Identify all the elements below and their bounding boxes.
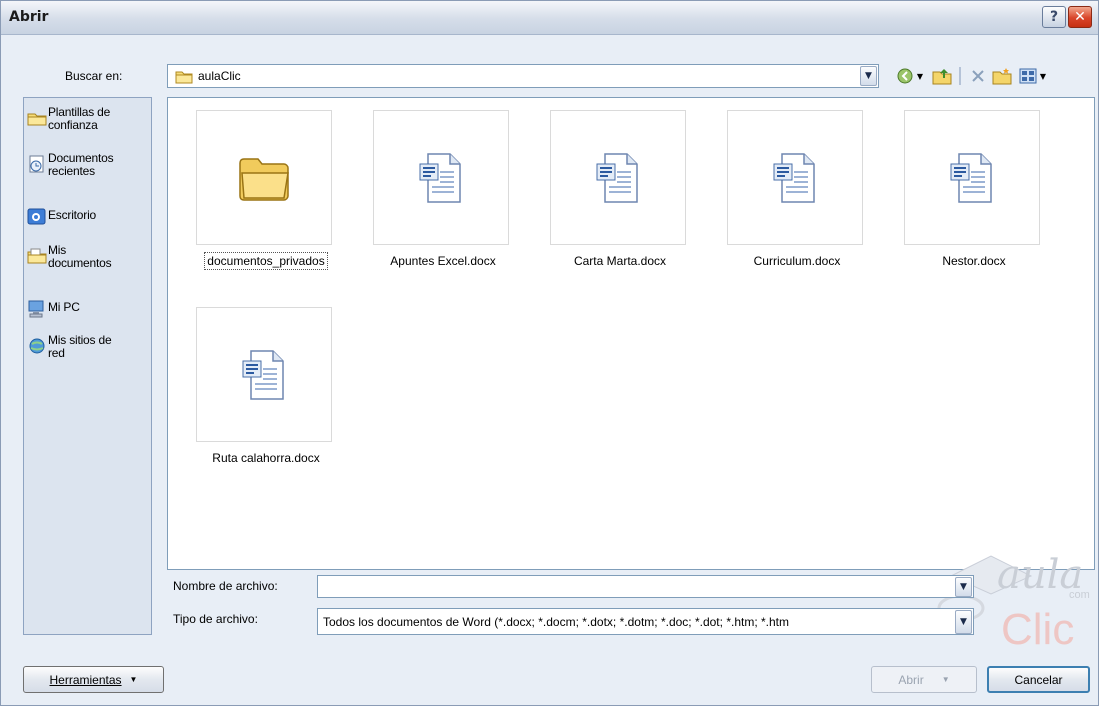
place-label: Mi PC (48, 300, 80, 314)
open-label: Abrir (898, 672, 924, 687)
svg-text:Clic: Clic (1001, 605, 1074, 651)
cancel-button[interactable]: Cancelar (987, 666, 1090, 693)
look-in-dropdown-arrow[interactable]: ▼ (860, 66, 877, 86)
places-bar: Plantillas de confianza Documentos recie… (23, 97, 152, 635)
recent-documents-icon (29, 155, 44, 173)
filetype-combobox[interactable]: Todos los documentos de Word (*.docx; *.… (317, 608, 974, 635)
file-list[interactable]: documentos_privados Apuntes Excel.docx C… (167, 97, 1095, 570)
word-document-icon (419, 152, 461, 203)
item-thumbnail (550, 110, 686, 245)
my-documents-icon (27, 248, 47, 264)
close-icon: ✕ (1074, 9, 1086, 25)
views-dropdown[interactable]: ▼ (1037, 66, 1049, 86)
place-recent-documents[interactable]: Documentos recientes (27, 152, 151, 178)
dialog-title: Abrir (9, 9, 49, 25)
open-button[interactable]: Abrir ▼ (871, 666, 977, 693)
item-name: Ruta calahorra.docx (212, 451, 320, 465)
word-document-icon (242, 349, 284, 400)
item-name: documentos_privados (186, 252, 346, 270)
place-label: Escritorio (48, 208, 97, 222)
filename-combobox[interactable]: ▼ (317, 575, 974, 598)
up-folder-icon (932, 69, 952, 85)
back-button[interactable] (894, 66, 916, 86)
item-name: Carta Marta.docx (573, 254, 667, 268)
chevron-down-icon: ▼ (941, 675, 950, 684)
aulaclic-watermark: aula com Clic (931, 546, 1099, 654)
filetype-value: Todos los documentos de Word (*.docx; *.… (323, 615, 789, 629)
chevron-down-icon: ▼ (129, 675, 138, 684)
svg-text:com: com (1069, 589, 1090, 601)
cancel-label: Cancelar (1014, 672, 1063, 687)
folder-icon (27, 113, 47, 126)
desktop-icon (27, 208, 46, 225)
chevron-down-icon: ▼ (865, 71, 872, 81)
word-document-icon (950, 152, 992, 203)
filename-dropdown-arrow[interactable]: ▼ (955, 577, 972, 597)
network-icon (29, 338, 45, 354)
help-button[interactable]: ? (1042, 6, 1066, 28)
chevron-down-icon: ▼ (1039, 71, 1047, 81)
filetype-dropdown-arrow[interactable]: ▼ (955, 610, 972, 634)
tools-button[interactable]: Herramientas ▼ (23, 666, 164, 693)
item-name: Apuntes Excel.docx (390, 254, 496, 268)
item-name: Curriculum.docx (753, 254, 841, 268)
toolbar-separator (959, 67, 961, 85)
back-dropdown[interactable]: ▼ (914, 66, 926, 86)
aulaclic-logo: aula com Clic (937, 552, 1090, 654)
delete-button[interactable] (967, 66, 989, 86)
filename-label: Nombre de archivo: (173, 579, 278, 593)
folder-icon (175, 71, 193, 84)
place-label: Mis documentos (48, 243, 112, 270)
item-thumbnail (904, 110, 1040, 245)
help-icon: ? (1049, 9, 1059, 25)
chevron-down-icon: ▼ (916, 71, 924, 81)
look-in-value: aulaClic (198, 69, 241, 83)
item-thumbnail (196, 307, 332, 442)
views-button[interactable] (1017, 66, 1039, 86)
back-icon (897, 68, 913, 84)
item-thumbnail (196, 110, 332, 245)
place-label: Plantillas de confianza (48, 105, 111, 132)
place-desktop[interactable]: Escritorio (27, 205, 151, 227)
views-icon (1019, 68, 1037, 84)
place-label: Documentos recientes (48, 151, 114, 178)
place-label: Mis sitios de red (48, 333, 112, 360)
place-network[interactable]: Mis sitios de red (27, 334, 151, 360)
item-name: Nestor.docx (942, 254, 1006, 268)
place-my-documents[interactable]: Mis documentos (27, 244, 151, 270)
up-folder-button[interactable] (931, 66, 953, 86)
folder-icon (239, 157, 289, 201)
item-thumbnail (373, 110, 509, 245)
chevron-down-icon: ▼ (960, 582, 967, 592)
tools-label: Herramientas (49, 672, 122, 687)
word-document-icon (596, 152, 638, 203)
place-my-pc[interactable]: Mi PC (27, 297, 151, 319)
computer-icon (28, 300, 44, 318)
close-button[interactable]: ✕ (1068, 6, 1092, 28)
title-bar[interactable]: Abrir ? ✕ (1, 1, 1098, 35)
chevron-down-icon: ▼ (960, 617, 967, 627)
item-thumbnail (727, 110, 863, 245)
filetype-label: Tipo de archivo: (173, 612, 258, 626)
new-folder-button[interactable] (991, 66, 1013, 86)
look-in-label: Buscar en: (65, 69, 123, 83)
look-in-combobox[interactable]: aulaClic ▼ (167, 64, 879, 88)
open-dialog: Abrir ? ✕ Buscar en: aulaClic ▼ ▼ ▼ Plan… (0, 0, 1099, 706)
word-document-icon (773, 152, 815, 203)
place-trusted-templates[interactable]: Plantillas de confianza (27, 106, 151, 132)
delete-icon (972, 70, 984, 82)
new-folder-icon (992, 68, 1012, 85)
